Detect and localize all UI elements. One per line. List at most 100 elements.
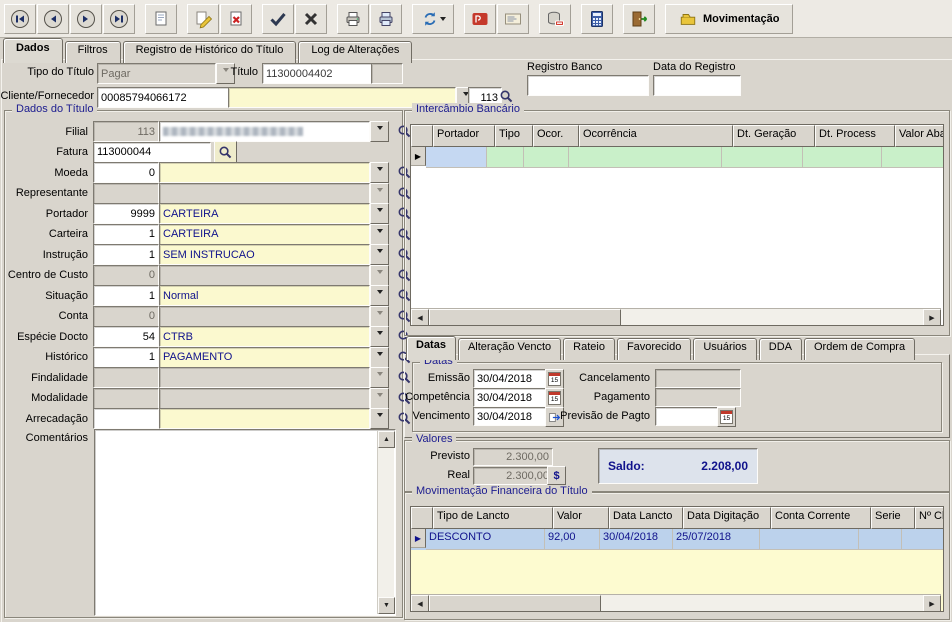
col-serie[interactable]: Serie	[871, 507, 915, 529]
export-pdf-button[interactable]	[464, 4, 496, 34]
centro-custo-code-input[interactable]: 0	[93, 265, 159, 286]
situacao-desc-combo[interactable]: Normal	[159, 285, 370, 306]
filial-code-input[interactable]: 113	[93, 121, 159, 142]
col-valor-abatimento[interactable]: Valor Abatimento	[895, 125, 944, 147]
pagamento-input[interactable]	[655, 388, 741, 407]
situacao-code-input[interactable]: 1	[93, 285, 159, 306]
intercambio-hscrollbar[interactable]: ◀ ▶	[411, 308, 941, 325]
instrucao-code-input[interactable]: 1	[93, 244, 159, 265]
historico-desc-combo[interactable]: PAGAMENTO	[159, 347, 370, 368]
scroll-up-button[interactable]: ▲	[378, 431, 395, 448]
tab-datas[interactable]: Datas	[406, 336, 456, 360]
tab-ordem-compra[interactable]: Ordem de Compra	[804, 338, 915, 360]
refresh-dropdown-button[interactable]	[412, 4, 454, 34]
carteira-code-input[interactable]: 1	[93, 224, 159, 245]
data-registro-input[interactable]	[653, 75, 741, 96]
tab-favorecido[interactable]: Favorecido	[617, 338, 691, 360]
cell-dt-geracao[interactable]	[722, 147, 803, 168]
scroll-left-button[interactable]: ◀	[411, 595, 429, 612]
representante-code-input[interactable]	[93, 183, 159, 204]
confirm-button[interactable]	[262, 4, 294, 34]
filial-dropdown-button[interactable]	[370, 121, 389, 142]
movimentacao-button[interactable]: Movimentação	[665, 4, 793, 34]
col-tipo-lancto[interactable]: Tipo de Lancto	[433, 507, 553, 529]
col-ocor[interactable]: Ocor.	[533, 125, 579, 147]
centro-custo-desc-combo[interactable]	[159, 265, 370, 286]
purge-button[interactable]	[539, 4, 571, 34]
tab-filtros[interactable]: Filtros	[65, 41, 121, 63]
vencimento-input[interactable]: 30/04/2018	[473, 407, 551, 426]
situacao-dropdown-button[interactable]	[370, 285, 389, 306]
cell-data-lancto[interactable]: 30/04/2018	[600, 529, 673, 550]
tab-log-alteracoes[interactable]: Log de Alterações	[298, 41, 412, 63]
col-dt-process[interactable]: Dt. Process	[815, 125, 895, 147]
cell-dt-process[interactable]	[803, 147, 882, 168]
scroll-right-button[interactable]: ▶	[923, 595, 941, 612]
tipo-titulo-combo[interactable]: Pagar	[97, 63, 235, 84]
conta-dropdown-button[interactable]	[370, 306, 389, 327]
fatura-input[interactable]: 113000044	[93, 142, 211, 163]
moeda-code-input[interactable]: 0	[93, 162, 159, 183]
comentarios-textarea[interactable]: ▲ ▼	[94, 429, 396, 616]
tab-registro-historico[interactable]: Registro de Histórico do Título	[123, 41, 297, 63]
scroll-left-button[interactable]: ◀	[411, 309, 429, 326]
col-data-digitacao[interactable]: Data Digitação	[683, 507, 771, 529]
conta-code-input[interactable]: 0	[93, 306, 159, 327]
print-button[interactable]	[337, 4, 369, 34]
list-card-button[interactable]	[497, 4, 529, 34]
first-record-button[interactable]	[4, 4, 36, 34]
arrecadacao-dropdown-button[interactable]	[370, 408, 389, 429]
titulo-sequence-field[interactable]	[371, 63, 403, 84]
tab-usuarios[interactable]: Usuários	[693, 338, 756, 360]
calculator-button[interactable]	[581, 4, 613, 34]
cancelamento-input[interactable]	[655, 369, 741, 388]
modalidade-dropdown-button[interactable]	[370, 388, 389, 409]
tab-dda[interactable]: DDA	[759, 338, 802, 360]
cliente-fornecedor-input[interactable]: 00085794066172	[97, 87, 233, 108]
instrucao-desc-combo[interactable]: SEM INSTRUCAO	[159, 244, 370, 265]
competencia-input[interactable]: 30/04/2018	[473, 388, 551, 407]
registro-banco-input[interactable]	[527, 75, 649, 96]
cell-valor[interactable]: 92,00	[545, 529, 600, 550]
titulo-input[interactable]: 11300004402	[262, 63, 376, 84]
scroll-right-button[interactable]: ▶	[923, 309, 941, 326]
previsto-input[interactable]: 2.300,00	[473, 448, 553, 466]
moeda-desc-combo[interactable]	[159, 162, 370, 183]
cell-tipo[interactable]	[487, 147, 524, 168]
tab-rateio[interactable]: Rateio	[563, 338, 615, 360]
movimentacao-hscrollbar[interactable]: ◀ ▶	[411, 594, 941, 611]
cell-portador[interactable]	[426, 147, 487, 168]
print-preview-button[interactable]	[370, 4, 402, 34]
scroll-thumb[interactable]	[429, 309, 621, 326]
movimentacao-row-selected[interactable]: ▶ DESCONTO 92,00 30/04/2018 25/07/2018	[411, 529, 943, 550]
currency-button[interactable]: $	[547, 466, 566, 485]
especie-docto-dropdown-button[interactable]	[370, 326, 389, 347]
arrecadacao-desc-combo[interactable]	[159, 408, 370, 429]
cell-ocor[interactable]	[524, 147, 569, 168]
scroll-down-button[interactable]: ▼	[378, 597, 395, 614]
tab-dados[interactable]: Dados	[3, 38, 63, 63]
delete-button[interactable]	[220, 4, 252, 34]
previsao-pagto-input[interactable]	[655, 407, 723, 426]
exit-button[interactable]	[623, 4, 655, 34]
cell-conta-corrente[interactable]	[760, 529, 859, 550]
col-portador[interactable]: Portador	[433, 125, 495, 147]
representante-desc-combo[interactable]	[159, 183, 370, 204]
col-data-lancto[interactable]: Data Lancto	[609, 507, 683, 529]
carteira-desc-combo[interactable]: CARTEIRA	[159, 224, 370, 245]
cell-tipo-lancto[interactable]: DESCONTO	[426, 529, 545, 550]
emissao-input[interactable]: 30/04/2018	[473, 369, 551, 388]
col-conta-corrente[interactable]: Conta Corrente	[771, 507, 871, 529]
col-tipo[interactable]: Tipo	[495, 125, 533, 147]
cancel-button[interactable]	[295, 4, 327, 34]
findalidade-desc-combo[interactable]	[159, 367, 370, 388]
findalidade-code-input[interactable]	[93, 367, 159, 388]
tab-alteracao-vencto[interactable]: Alteração Vencto	[458, 338, 561, 360]
filial-desc-combo[interactable]	[159, 121, 370, 142]
portador-desc-combo[interactable]: CARTEIRA	[159, 203, 370, 224]
arrecadacao-code-input[interactable]	[93, 408, 159, 429]
centro-custo-dropdown-button[interactable]	[370, 265, 389, 286]
col-valor[interactable]: Valor	[553, 507, 609, 529]
cell-data-digitacao[interactable]: 25/07/2018	[673, 529, 760, 550]
intercambio-row[interactable]: ▶	[411, 147, 943, 168]
